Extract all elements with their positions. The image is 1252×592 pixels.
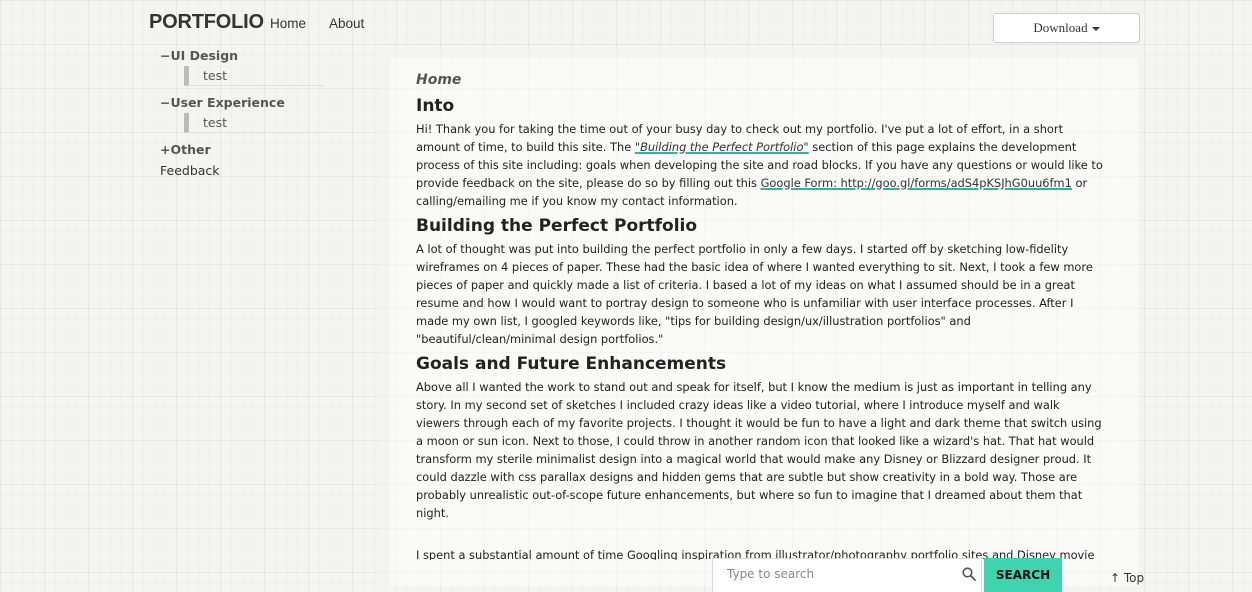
- download-button[interactable]: Download: [993, 13, 1140, 43]
- intro-paragraph: Hi! Thank you for taking the time out of…: [416, 120, 1106, 210]
- main-content: Home Into Hi! Thank you for taking the t…: [416, 72, 1106, 522]
- section-heading-into: Into: [416, 96, 455, 116]
- search-box: [712, 558, 982, 592]
- sidebar-group-ui-design[interactable]: −UI Design: [160, 48, 238, 63]
- page-brand[interactable]: PORTFOLIO: [149, 11, 264, 34]
- download-label: Download: [1033, 20, 1088, 35]
- caret-down-icon: [1091, 27, 1100, 31]
- sidebar-group-user-experience[interactable]: −User Experience: [160, 95, 285, 110]
- back-to-top-link[interactable]: ↑ Top: [1110, 571, 1144, 585]
- nav-home-link[interactable]: Home: [270, 16, 306, 31]
- sidebar-group-other[interactable]: +Other: [160, 142, 211, 157]
- building-portfolio-link[interactable]: "Building the Perfect Portfolio": [635, 140, 809, 154]
- search-input[interactable]: [727, 567, 947, 581]
- goals-paragraph: Above all I wanted the work to stand out…: [416, 380, 1102, 520]
- nav-about-link[interactable]: About: [329, 16, 364, 31]
- section-heading-goals: Goals and Future Enhancements: [416, 354, 727, 374]
- sidebar-subitem-ui-design-test[interactable]: test: [184, 66, 324, 86]
- search-button[interactable]: SEARCH: [984, 558, 1062, 592]
- breadcrumb: Home: [416, 72, 462, 88]
- search-icon[interactable]: [962, 567, 976, 581]
- building-paragraph: A lot of thought was put into building t…: [416, 242, 1093, 346]
- section-heading-building: Building the Perfect Portfolio: [416, 216, 698, 236]
- sidebar-subitem-ux-test[interactable]: test: [184, 113, 324, 133]
- sidebar-item-feedback[interactable]: Feedback: [160, 163, 220, 178]
- google-form-link[interactable]: Google Form: http://goo.gl/forms/adS4pKS…: [761, 176, 1072, 190]
